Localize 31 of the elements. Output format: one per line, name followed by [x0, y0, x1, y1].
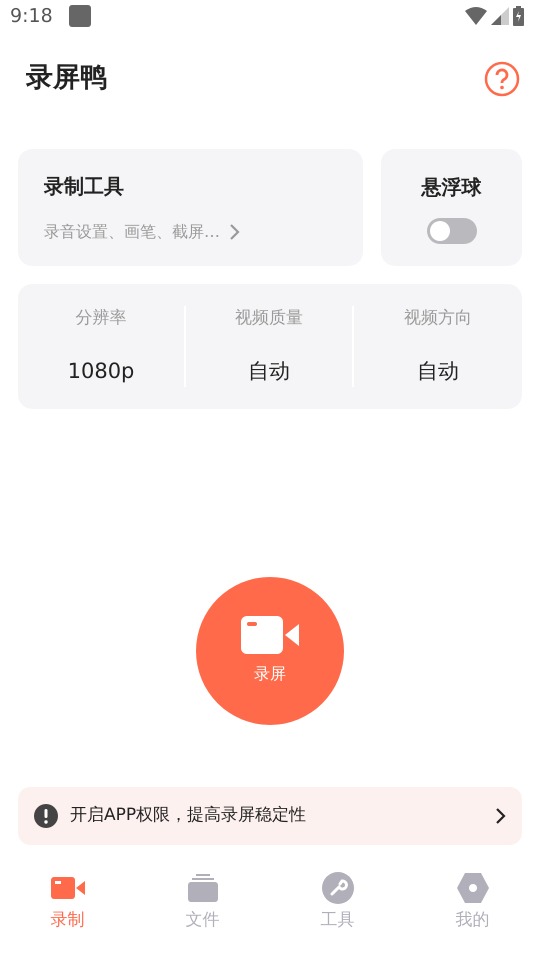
card-subtitle: 录音设置、画笔、截屏… [44, 221, 220, 243]
banner-text: 开启APP权限，提高录屏稳定性 [70, 804, 308, 828]
toggle-switch[interactable] [426, 218, 476, 244]
recording-tools-card[interactable]: 录制工具 录音设置、画笔、截屏… [18, 149, 363, 266]
signal-icon [491, 7, 509, 25]
notification-icon [68, 5, 91, 27]
help-icon[interactable] [484, 60, 520, 96]
clock: 9:18 [10, 4, 53, 29]
warning-icon [34, 804, 58, 828]
wrench-icon [322, 872, 354, 904]
setting-item[interactable]: 视频方向 自动 [354, 306, 522, 387]
hexagon-icon [456, 873, 488, 904]
chevron-right-icon [228, 223, 240, 241]
setting-label: 分辨率 [76, 307, 126, 330]
video-camera-icon [241, 616, 299, 654]
setting-item[interactable]: 分辨率 1080p [18, 306, 186, 387]
card-title: 录制工具 [44, 173, 125, 200]
permission-banner[interactable]: 开启APP权限，提高录屏稳定性 [18, 787, 522, 845]
battery-icon [513, 6, 524, 26]
setting-label: 视频质量 [235, 307, 303, 330]
app-title: 录屏鸭 [26, 61, 107, 96]
wifi-icon [465, 7, 487, 25]
setting-label: 视频方向 [404, 307, 472, 330]
stack-icon [188, 874, 218, 902]
card-title: 悬浮球 [422, 174, 482, 200]
setting-value: 自动 [248, 358, 290, 384]
setting-value: 自动 [417, 358, 459, 384]
chevron-right-icon [494, 807, 506, 825]
video-camera-icon [50, 876, 84, 900]
setting-item[interactable]: 视频质量 自动 [186, 306, 354, 387]
setting-value: 1080p [68, 358, 134, 384]
